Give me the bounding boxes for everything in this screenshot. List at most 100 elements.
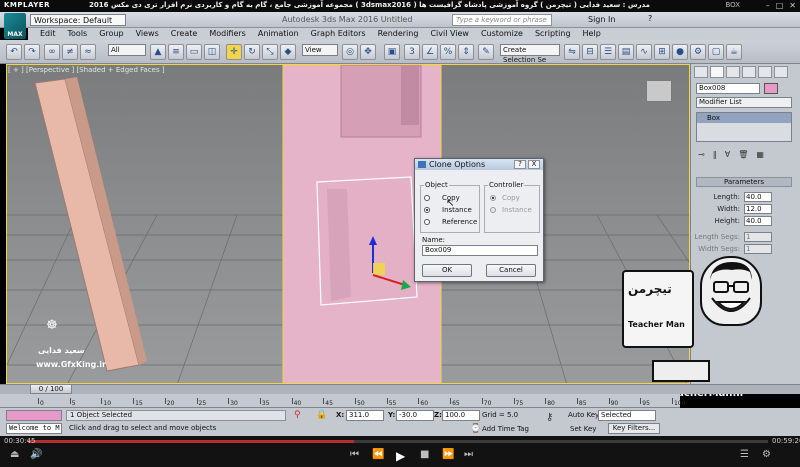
play-icon[interactable]: ▶: [396, 449, 405, 463]
mirror-icon[interactable]: ⇋: [564, 44, 580, 60]
menu-customize[interactable]: Customize: [475, 28, 529, 40]
remove-modifier-icon[interactable]: 🗑: [738, 150, 748, 159]
configure-sets-icon[interactable]: ▦: [756, 150, 764, 159]
maximize-icon[interactable]: □: [776, 1, 784, 10]
curve-editor-icon[interactable]: ∿: [636, 44, 652, 60]
modifier-stack-item[interactable]: Box: [697, 113, 791, 123]
select-manipulate-icon[interactable]: ✥: [360, 44, 376, 60]
application-button[interactable]: MAX: [4, 13, 26, 39]
menu-create[interactable]: Create: [165, 28, 204, 40]
align-icon[interactable]: ⊟: [582, 44, 598, 60]
y-coordinate-field[interactable]: -30.0: [396, 410, 434, 421]
select-by-name-icon[interactable]: ≡: [168, 44, 184, 60]
select-and-move-icon[interactable]: ✛: [226, 44, 242, 60]
percent-snap-icon[interactable]: %: [440, 44, 456, 60]
graphite-ribbon-icon[interactable]: ▤: [618, 44, 634, 60]
select-and-rotate-icon[interactable]: ↻: [244, 44, 260, 60]
x-coordinate-field[interactable]: 311.0: [346, 410, 384, 421]
place-icon[interactable]: ◆: [280, 44, 296, 60]
snaps-toggle-icon[interactable]: 3: [404, 44, 420, 60]
time-slider-thumb[interactable]: 0 / 100: [30, 384, 72, 394]
playlist-icon[interactable]: ☰: [740, 449, 749, 460]
menu-animation[interactable]: Animation: [252, 28, 305, 40]
length-segs-field[interactable]: 1: [744, 232, 772, 242]
pin-stack-icon[interactable]: ⊸: [698, 150, 705, 159]
show-end-result-icon[interactable]: ‖: [713, 150, 717, 159]
ok-button[interactable]: OK: [422, 264, 472, 277]
minimize-icon[interactable]: –: [766, 1, 770, 10]
unlink-icon[interactable]: ≠: [62, 44, 78, 60]
next-icon[interactable]: ⏭: [464, 449, 473, 460]
length-field[interactable]: 40.0: [744, 192, 772, 202]
make-unique-icon[interactable]: ∀: [725, 150, 730, 159]
add-time-tag[interactable]: Add Time Tag: [482, 425, 529, 433]
modify-tab-icon[interactable]: [710, 66, 724, 78]
spinner-snap-icon[interactable]: ⇕: [458, 44, 474, 60]
volume-icon[interactable]: 🔊: [30, 449, 42, 460]
menu-scripting[interactable]: Scripting: [529, 28, 577, 40]
dialog-help-button[interactable]: ?: [514, 160, 526, 169]
menu-views[interactable]: Views: [130, 28, 165, 40]
viewcube-icon[interactable]: [646, 80, 672, 102]
object-reference-label[interactable]: Reference: [442, 218, 477, 226]
menu-modifiers[interactable]: Modifiers: [203, 28, 252, 40]
named-selection-dropdown[interactable]: Create Selection Se: [500, 44, 560, 64]
controller-copy-label[interactable]: Copy: [502, 194, 520, 202]
menu-graph-editors[interactable]: Graph Editors: [305, 28, 372, 40]
isolate-selection-icon[interactable]: ⚲: [294, 410, 301, 420]
object-name-field[interactable]: Box008: [696, 83, 760, 94]
object-copy-radio[interactable]: [424, 195, 430, 201]
angle-snap-icon[interactable]: ∠: [422, 44, 438, 60]
key-selection-dropdown[interactable]: Selected: [598, 410, 656, 421]
close-icon[interactable]: ✕: [789, 1, 796, 10]
hierarchy-tab-icon[interactable]: [726, 66, 740, 78]
menu-rendering[interactable]: Rendering: [372, 28, 425, 40]
workspace-dropdown[interactable]: Workspace: Default: [30, 14, 126, 26]
utilities-tab-icon[interactable]: [774, 66, 788, 78]
edit-named-selection-icon[interactable]: ✎: [478, 44, 494, 60]
eject-icon[interactable]: ⏏: [10, 449, 19, 460]
render-setup-icon[interactable]: ⚙: [690, 44, 706, 60]
search-input[interactable]: Type a keyword or phrase: [452, 14, 552, 26]
window-crossing-icon[interactable]: ◫: [204, 44, 220, 60]
sign-in-button[interactable]: Sign In: [588, 15, 615, 24]
schematic-view-icon[interactable]: ⊞: [654, 44, 670, 60]
create-tab-icon[interactable]: [694, 66, 708, 78]
gizmo-plane-handle[interactable]: [373, 263, 385, 275]
rewind-icon[interactable]: ⏪: [372, 449, 384, 460]
select-object-icon[interactable]: ▲: [150, 44, 166, 60]
settings-icon[interactable]: ⚙: [762, 449, 771, 460]
help-icon[interactable]: ?: [648, 14, 652, 23]
render-production-icon[interactable]: ☕: [726, 44, 742, 60]
auto-key-button[interactable]: Auto Key: [568, 411, 599, 419]
height-field[interactable]: 40.0: [744, 216, 772, 226]
dialog-close-button[interactable]: X: [528, 160, 540, 169]
clone-name-input[interactable]: Box009: [422, 245, 538, 256]
object-reference-radio[interactable]: [424, 219, 430, 225]
menu-group[interactable]: Group: [93, 28, 129, 40]
layer-manager-icon[interactable]: ☰: [600, 44, 616, 60]
time-slider[interactable]: [0, 384, 800, 394]
set-key-button[interactable]: Set Key: [570, 425, 596, 433]
menu-edit[interactable]: Edit: [34, 28, 62, 40]
perspective-viewport[interactable]: [6, 64, 690, 384]
keyboard-shortcut-icon[interactable]: ▣: [384, 44, 400, 60]
controller-instance-radio[interactable]: [490, 207, 496, 213]
maxscript-listener[interactable]: Welcome to M.: [6, 423, 62, 434]
modifier-list-dropdown[interactable]: Modifier List: [696, 97, 792, 108]
forward-icon[interactable]: ⏩: [442, 449, 454, 460]
menu-civil-view[interactable]: Civil View: [424, 28, 475, 40]
maxscript-listener-output[interactable]: [6, 410, 62, 421]
material-editor-icon[interactable]: ●: [672, 44, 688, 60]
viewport-label[interactable]: [ + ] [Perspective ] [Shaded + Edged Fac…: [8, 66, 165, 74]
cancel-button[interactable]: Cancel: [486, 264, 536, 277]
display-tab-icon[interactable]: [758, 66, 772, 78]
object-instance-radio[interactable]: [424, 207, 430, 213]
menu-tools[interactable]: Tools: [62, 28, 94, 40]
bind-spacewarp-icon[interactable]: ≈: [80, 44, 96, 60]
redo-icon[interactable]: ↷: [24, 44, 40, 60]
controller-copy-radio[interactable]: [490, 195, 496, 201]
select-and-scale-icon[interactable]: ⤡: [262, 44, 278, 60]
controller-instance-label[interactable]: Instance: [502, 206, 532, 214]
z-coordinate-field[interactable]: 100.0: [442, 410, 480, 421]
